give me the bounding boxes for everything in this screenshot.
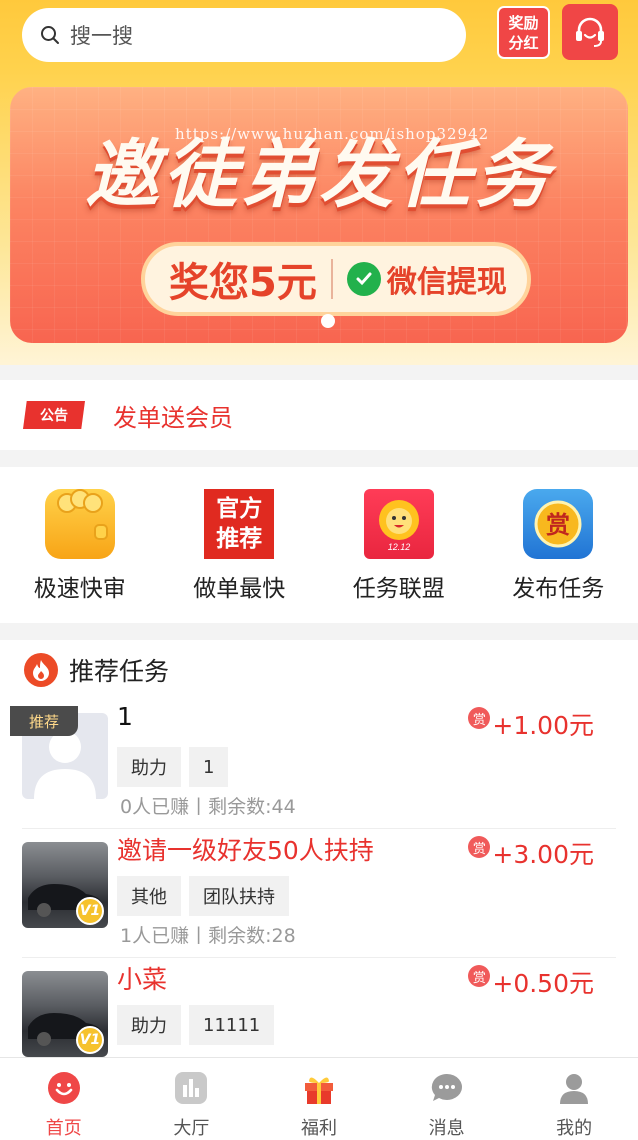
recommend-badge: 推荐 <box>10 706 78 736</box>
task-title: 1 <box>117 702 133 731</box>
task-stats: 1人已赚丨剩余数:28 <box>120 925 296 947</box>
quick-item-fast-review[interactable]: 极速快审 <box>0 467 160 623</box>
level-badge: V1 <box>76 1026 104 1054</box>
task-reward: 赏 +0.50元 <box>468 964 594 1000</box>
gift-icon <box>302 1071 336 1105</box>
home-icon <box>47 1071 81 1105</box>
bottom-tab-bar: 首页 大厅 福利 消息 我的 <box>0 1057 638 1140</box>
task-tag: 11111 <box>189 1005 275 1045</box>
reward-dividend-button[interactable]: 奖励 分红 <box>497 6 550 59</box>
check-icon <box>346 262 381 296</box>
carousel-indicator[interactable] <box>321 314 335 328</box>
section-title: 推荐任务 <box>69 657 170 686</box>
flame-icon <box>24 653 58 687</box>
recommended-section: 推荐任务 推荐 1 助力 1 0人已赚丨剩余数:44 赏 +1.00元 V1 邀… <box>0 640 638 1060</box>
task-tag: 1 <box>189 747 229 787</box>
coin-pouch-icon <box>44 489 115 559</box>
task-title: 小菜 <box>117 965 168 994</box>
banner-wechat-text: 微信提现 <box>386 265 507 300</box>
reward-coin-icon: 赏 <box>523 489 594 559</box>
tab-label: 我的 <box>556 1118 593 1139</box>
quick-item-label: 发布任务 <box>512 576 605 602</box>
task-thumbnail: V1 <box>22 971 108 1057</box>
banner-watermark: https://www.huzhan.com/ishop32942 <box>175 125 490 143</box>
quick-item-label: 做单最快 <box>193 576 286 602</box>
pill-divider <box>330 259 333 299</box>
banner-amount: 奖您5元 <box>169 260 317 306</box>
task-tag: 团队扶持 <box>189 876 289 916</box>
promo-banner[interactable]: 邀徒弟发任务 https://www.huzhan.com/ishop32942… <box>10 87 628 343</box>
headset-icon <box>576 17 604 47</box>
tab-messages[interactable]: 消息 <box>383 1058 511 1140</box>
task-thumbnail: V1 <box>22 842 108 928</box>
level-badge: V1 <box>76 897 104 925</box>
tab-hall[interactable]: 大厅 <box>128 1058 256 1140</box>
banner-reward-pill: 奖您5元 微信提现 <box>141 242 531 316</box>
search-icon <box>41 26 59 44</box>
icon-text-line1: 官方 <box>216 496 263 522</box>
notice-text: 发单送会员 <box>113 403 233 432</box>
task-item[interactable]: V1 邀请一级好友50人扶持 其他 团队扶持 1人已赚丨剩余数:28 赏 +3.… <box>22 829 616 958</box>
notice-tag: 公告 <box>23 401 85 429</box>
tab-profile[interactable]: 我的 <box>510 1058 638 1140</box>
tab-label: 首页 <box>45 1118 82 1139</box>
tab-label: 大厅 <box>173 1118 210 1139</box>
icon-coin-text: 赏 <box>546 511 570 539</box>
tab-home[interactable]: 首页 <box>0 1058 128 1140</box>
search-placeholder: 搜一搜 <box>70 24 133 48</box>
profile-icon <box>557 1071 591 1105</box>
icon-text-line2: 推荐 <box>216 526 263 552</box>
reward-label-line1: 奖励 <box>508 13 539 32</box>
task-tag: 其他 <box>117 876 181 916</box>
quick-item-label: 任务联盟 <box>352 576 445 602</box>
reward-amount: +1.00元 <box>492 711 594 740</box>
task-tag: 助力 <box>117 1005 181 1045</box>
quick-item-fastest-orders[interactable]: 官方 推荐 做单最快 <box>160 467 320 623</box>
reward-label-line2: 分红 <box>508 33 539 52</box>
icon-date-text: 12.12 <box>387 542 410 552</box>
tab-label: 消息 <box>428 1118 465 1139</box>
reward-icon: 赏 <box>468 965 491 987</box>
tab-label: 福利 <box>300 1118 337 1139</box>
customer-service-button[interactable] <box>562 4 618 60</box>
task-tag: 助力 <box>117 747 181 787</box>
section-header: 推荐任务 <box>0 640 638 700</box>
notice-bar[interactable]: 公告 发单送会员 <box>0 380 638 450</box>
quick-item-publish-task[interactable]: 赏 发布任务 <box>479 467 638 623</box>
task-reward: 赏 +3.00元 <box>468 835 594 871</box>
reward-icon: 赏 <box>468 836 491 858</box>
task-tags: 助力 11111 <box>117 1005 282 1045</box>
reward-amount: +3.00元 <box>492 840 594 869</box>
reward-amount: +0.50元 <box>492 969 594 998</box>
top-header: 搜一搜 奖励 分红 邀徒弟发任务 https://www.huzhan.com/… <box>0 0 638 365</box>
reward-icon: 赏 <box>468 707 491 729</box>
message-icon <box>430 1071 464 1105</box>
task-stats: 0人已赚丨剩余数:44 <box>120 796 296 818</box>
hall-icon <box>174 1071 208 1105</box>
task-item[interactable]: V1 小菜 助力 11111 赏 +0.50元 <box>22 958 616 1060</box>
tab-welfare[interactable]: 福利 <box>255 1058 383 1140</box>
official-recommend-icon: 官方 推荐 <box>204 489 275 559</box>
task-item[interactable]: 推荐 1 助力 1 0人已赚丨剩余数:44 赏 +1.00元 <box>10 700 616 829</box>
task-reward: 赏 +1.00元 <box>468 706 594 742</box>
lion-mascot-icon: 12.12 <box>363 489 434 559</box>
quick-entry-grid: 极速快审 官方 推荐 做单最快 12.12 任务联盟 赏 发布任务 <box>0 467 638 623</box>
quick-item-task-alliance[interactable]: 12.12 任务联盟 <box>319 467 479 623</box>
task-tags: 其他 团队扶持 <box>117 876 297 916</box>
task-tags: 助力 1 <box>117 747 236 787</box>
search-bar[interactable]: 搜一搜 <box>22 8 466 62</box>
quick-item-label: 极速快审 <box>33 576 126 602</box>
task-title: 邀请一级好友50人扶持 <box>117 836 374 865</box>
